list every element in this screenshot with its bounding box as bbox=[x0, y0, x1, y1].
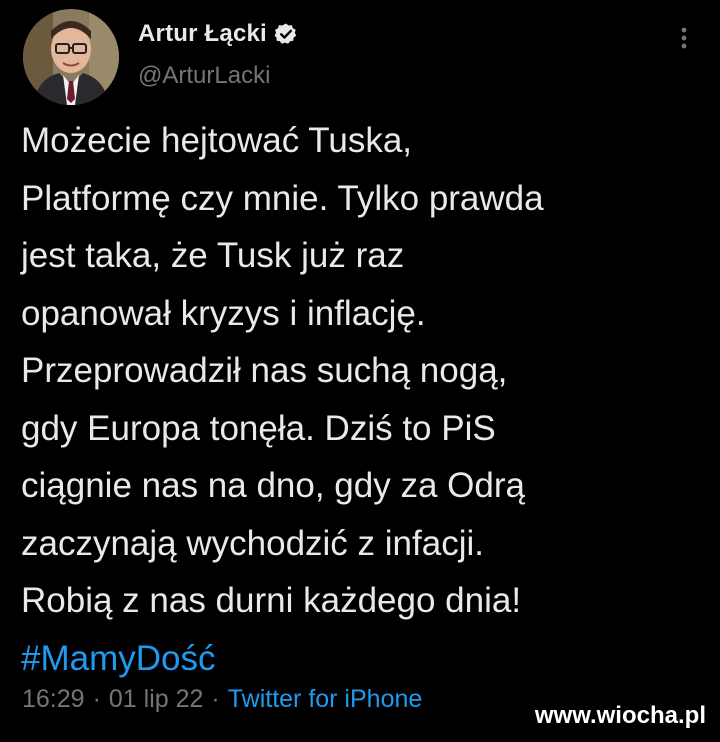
tweet-line: zaczynają wychodzić z infacji. bbox=[21, 523, 484, 563]
tweet-line: gdy Europa tonęła. Dziś to PiS bbox=[21, 408, 496, 448]
author-name-row[interactable]: Artur Łącki bbox=[138, 16, 298, 52]
avatar-photo bbox=[23, 9, 119, 105]
meta-separator: · bbox=[92, 684, 101, 713]
author-handle[interactable]: @ArturLacki bbox=[138, 62, 270, 90]
author-display-name[interactable]: Artur Łącki bbox=[138, 20, 267, 48]
avatar[interactable] bbox=[23, 9, 119, 105]
watermark: www.wiocha.pl bbox=[534, 702, 706, 729]
meta-separator: · bbox=[211, 684, 220, 713]
tweet-meta: 16:29 · 01 lip 22 · Twitter for iPhone bbox=[22, 682, 422, 716]
tweet-date[interactable]: 01 lip 22 bbox=[109, 685, 204, 714]
tweet-time[interactable]: 16:29 bbox=[22, 685, 85, 714]
more-options-icon[interactable] bbox=[670, 24, 698, 52]
tweet-text: Możecie hejtować Tuska, Platformę czy mn… bbox=[21, 112, 701, 687]
tweet-source-link[interactable]: Twitter for iPhone bbox=[228, 685, 423, 714]
tweet-line: opanował kryzys i inflację. bbox=[21, 293, 426, 333]
tweet-line: Przeprowadził nas suchą nogą, bbox=[21, 351, 508, 390]
verified-badge-icon bbox=[274, 22, 298, 46]
hashtag-link[interactable]: #MamyDość bbox=[21, 630, 701, 688]
tweet-line: jest taka, że Tusk już raz bbox=[21, 236, 405, 275]
tweet-line: Robią z nas durni każdego dnia! bbox=[21, 581, 522, 620]
tweet-line: ciągnie nas na dno, gdy za Odrą bbox=[21, 466, 525, 505]
tweet-line: Możecie hejtować Tuska, bbox=[21, 121, 413, 160]
tweet-line: Platformę czy mnie. Tylko prawda bbox=[21, 178, 544, 218]
